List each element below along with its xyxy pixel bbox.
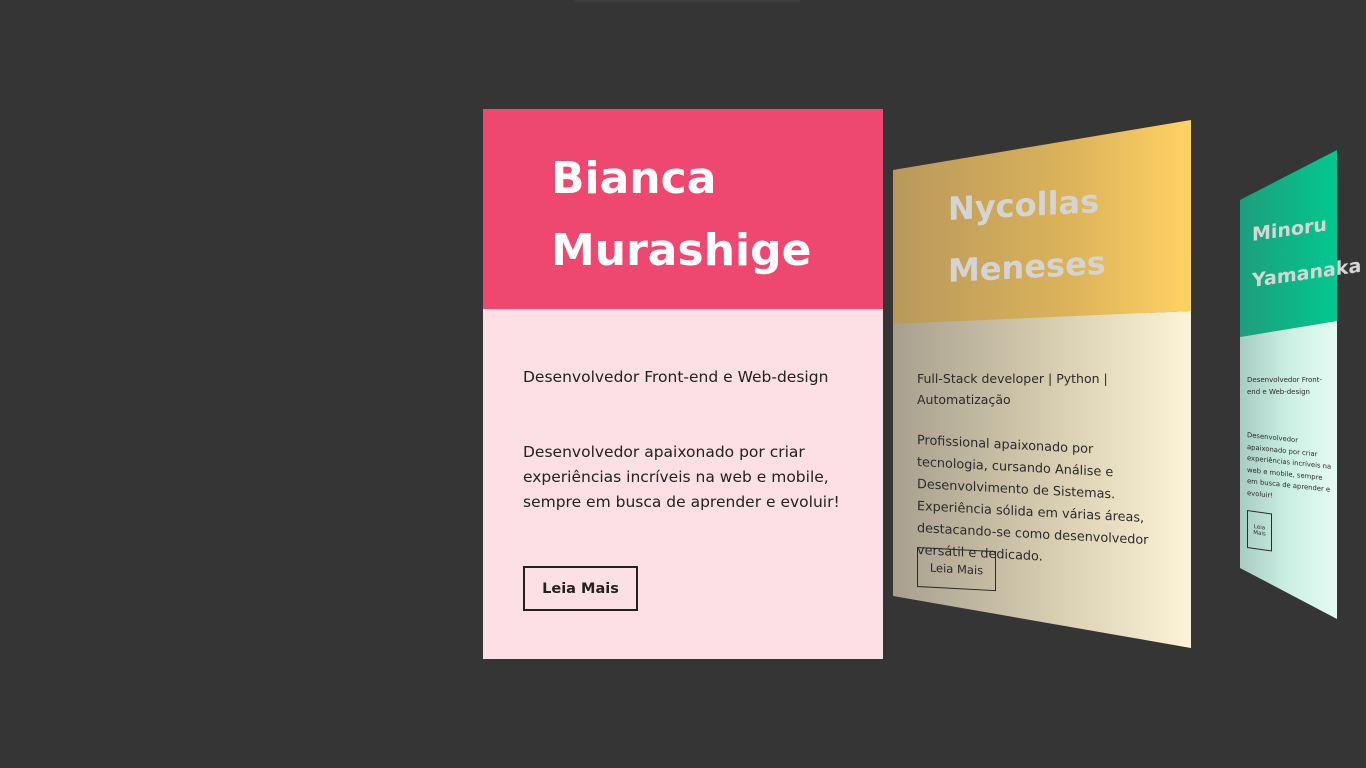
profile-card-2[interactable]: Nycollas Meneses Full-Stack developer | … xyxy=(0,0,1366,768)
card-title: Minoru Yamanaka xyxy=(1252,197,1361,304)
read-more-button[interactable]: Leia Mais xyxy=(1247,510,1272,552)
card-description: Desenvolvedor apaixonado por criar exper… xyxy=(1247,431,1332,500)
carousel-stage: Bianca Murashige Desenvolvedor Front-end… xyxy=(0,0,1366,768)
card-title-line1: Nycollas xyxy=(948,182,1100,228)
card-body xyxy=(893,311,1191,648)
card-role: Full-Stack developer | Python | Automati… xyxy=(917,371,1108,407)
card-title: Nycollas Meneses xyxy=(948,170,1106,302)
card-title-line2: Meneses xyxy=(948,243,1106,290)
read-more-button[interactable]: Leia Mais xyxy=(917,547,996,592)
card-role: Desenvolvedor Front-end e Web-design xyxy=(1247,376,1322,396)
